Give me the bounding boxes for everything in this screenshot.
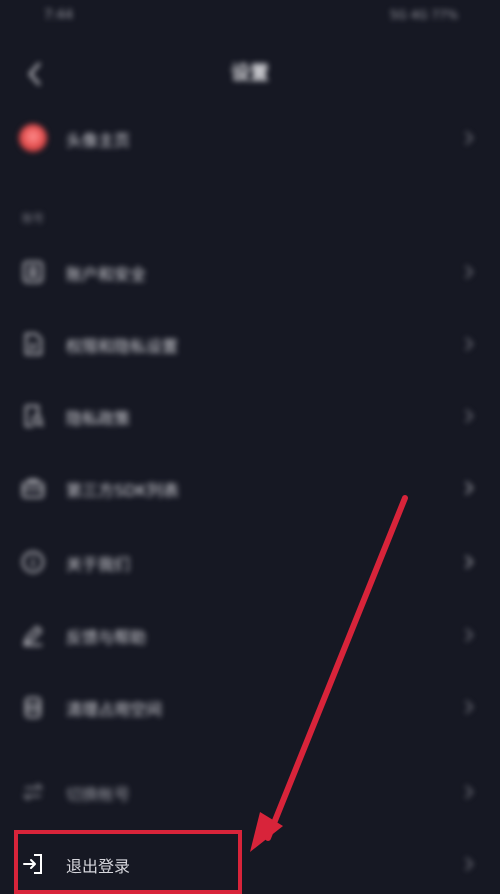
chevron-right-icon (465, 555, 474, 569)
menu-item-clear-storage[interactable]: 清理占用空间 (0, 677, 500, 737)
switch-account-label: 切换帐号 (66, 785, 131, 804)
highlight-box (14, 830, 242, 894)
avatar (18, 123, 48, 153)
info-circle-icon (18, 547, 48, 577)
menu-item-label: 清理占用空间 (66, 700, 163, 719)
switch-arrows-icon (18, 777, 48, 807)
profile-row[interactable]: 头像主页 (0, 108, 500, 168)
menu-item-label: 反馈与帮助 (66, 628, 147, 647)
chevron-right-icon (465, 481, 474, 495)
chevron-right-icon (465, 857, 474, 871)
chevron-right-icon (465, 700, 474, 714)
document-icon (18, 329, 48, 359)
menu-item-permissions[interactable]: 权限和隐私设置 (0, 314, 500, 374)
menu-item-label: 权限和隐私设置 (66, 337, 179, 356)
menu-item-label: 第三方SDK列表 (66, 481, 179, 500)
menu-item-label: 隐私政策 (66, 409, 131, 428)
section-label: 账号 (22, 212, 44, 225)
briefcase-icon (18, 473, 48, 503)
chevron-right-icon (465, 337, 474, 351)
status-indicators: 5G 4G 77% (389, 8, 458, 22)
feedback-pen-icon (18, 620, 48, 650)
chevron-right-icon (465, 409, 474, 423)
chevron-right-icon (465, 131, 474, 145)
chevron-right-icon (465, 628, 474, 642)
storage-icon (18, 692, 48, 722)
id-card-icon (18, 257, 48, 287)
profile-label: 头像主页 (66, 131, 131, 150)
menu-item-label: 账户和安全 (66, 265, 147, 284)
chevron-right-icon (465, 265, 474, 279)
menu-item-third-party-sdk[interactable]: 第三方SDK列表 (0, 458, 500, 518)
privacy-search-icon (18, 401, 48, 431)
status-bar: 7:44 5G 4G 77% (0, 0, 500, 34)
menu-item-account-security[interactable]: 账户和安全 (0, 242, 500, 302)
menu-item-feedback-help[interactable]: 反馈与帮助 (0, 605, 500, 665)
menu-item-about-us[interactable]: 关于我们 (0, 532, 500, 592)
menu-item-privacy-policy[interactable]: 隐私政策 (0, 386, 500, 446)
switch-account-row[interactable]: 切换帐号 (0, 762, 500, 822)
chevron-right-icon (465, 785, 474, 799)
menu-item-label: 关于我们 (66, 555, 131, 574)
page-title: 设置 (230, 62, 269, 84)
status-time: 7:44 (44, 8, 74, 23)
